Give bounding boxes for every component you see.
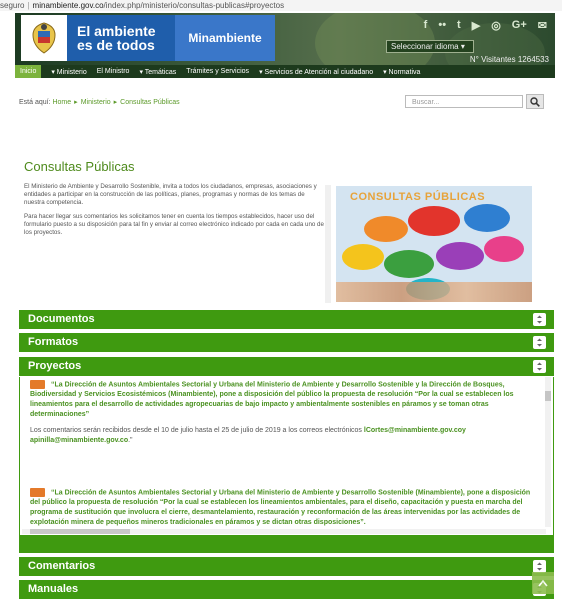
intro-scrollbar[interactable]: [325, 185, 331, 303]
vertical-scrollbar[interactable]: [545, 377, 551, 527]
youtube-icon[interactable]: ▶: [472, 19, 480, 32]
expand-toggle-icon[interactable]: [533, 313, 546, 326]
url-path: /index.php/ministerio/consultas-publicas…: [103, 1, 285, 10]
googleplus-icon[interactable]: G+: [512, 19, 527, 32]
instagram-icon[interactable]: ◎: [491, 19, 501, 32]
intro-text: El Ministerio de Ambiente y Desarrollo S…: [24, 183, 324, 236]
breadcrumb-current: Consultas Públicas: [120, 99, 180, 106]
breadcrumb-ministerio[interactable]: Ministerio: [81, 99, 111, 106]
flickr-icon[interactable]: ••: [438, 19, 446, 32]
arrow-up-icon: [538, 579, 548, 587]
collapse-toggle-icon[interactable]: [533, 360, 546, 373]
accordion-documentos[interactable]: Documentos: [19, 310, 554, 329]
social-links: f •• t ▶ ◎ G+ ✉: [424, 19, 547, 32]
slogan: El ambiente es de todos: [67, 15, 175, 61]
browser-url-bar[interactable]: seguro | minambiente.gov.co/index.php/mini…: [0, 0, 562, 11]
accordion-proyectos[interactable]: Proyectos: [19, 357, 554, 376]
project-link[interactable]: “La Dirección de Asuntos Ambientales Sec…: [30, 489, 530, 526]
site-header: El ambiente es de todos Minambiente f ••…: [15, 13, 555, 65]
brand-name: Minambiente: [175, 15, 275, 61]
accordion-formatos[interactable]: Formatos: [19, 333, 554, 352]
site-logo[interactable]: El ambiente es de todos Minambiente: [21, 15, 275, 61]
nav-item-tematicas[interactable]: ▾ Temáticas: [139, 68, 176, 76]
consultas-banner-image: CONSULTAS PÚBLICAS: [336, 186, 532, 302]
coat-of-arms-icon: [21, 15, 67, 61]
horizontal-scrollbar[interactable]: [22, 529, 546, 534]
email-icon[interactable]: ✉: [538, 19, 547, 32]
accordion-comentarios[interactable]: Comentarios: [19, 557, 554, 576]
nav-item-inicio[interactable]: Inicio: [15, 65, 42, 78]
expand-toggle-icon[interactable]: [533, 336, 546, 349]
project-link[interactable]: “La Dirección de Asuntos Ambientales Sec…: [30, 381, 514, 418]
facebook-icon[interactable]: f: [424, 19, 428, 32]
url-domain: minambiente.gov.co: [32, 1, 104, 10]
accordion-manuales[interactable]: Manuales: [19, 580, 554, 599]
main-nav: Inicio ▾ Ministerio El Ministro ▾ Temáti…: [15, 65, 555, 78]
accordion-empty-section[interactable]: [19, 535, 554, 553]
search-icon: [530, 96, 540, 107]
security-label: seguro: [0, 1, 25, 10]
pdf-icon[interactable]: [30, 488, 45, 497]
proyectos-panel: “La Dirección de Asuntos Ambientales Sec…: [19, 377, 554, 535]
pdf-icon[interactable]: [30, 380, 45, 389]
search-button[interactable]: [526, 94, 544, 109]
breadcrumb-home[interactable]: Home: [52, 99, 71, 106]
project-item: “La Dirección de Asuntos Ambientales Sec…: [30, 380, 514, 445]
nav-item-servicios-atencion[interactable]: ▾ Servicios de Atención al ciudadano: [259, 68, 373, 76]
nav-item-tramites[interactable]: Trámites y Servicios: [186, 68, 249, 75]
project-item: “La Dirección de Asuntos Ambientales Sec…: [30, 488, 535, 528]
nav-item-ministerio[interactable]: ▾ Ministerio: [51, 68, 86, 76]
nav-item-normativa[interactable]: ▾ Normativa: [383, 68, 420, 76]
page-title: Consultas Públicas: [24, 159, 135, 174]
visitor-counter: N° Visitantes 1264533: [469, 55, 549, 64]
search-input[interactable]: Buscar...: [405, 95, 523, 108]
breadcrumb: Está aquí: Home ▸ Ministerio ▸ Consultas Púb…: [19, 99, 180, 106]
twitter-icon[interactable]: t: [457, 19, 461, 32]
back-to-top-button[interactable]: [532, 572, 554, 594]
nav-item-el-ministro[interactable]: El Ministro: [97, 68, 130, 75]
language-select[interactable]: Seleccionar idioma ▾: [386, 40, 474, 53]
